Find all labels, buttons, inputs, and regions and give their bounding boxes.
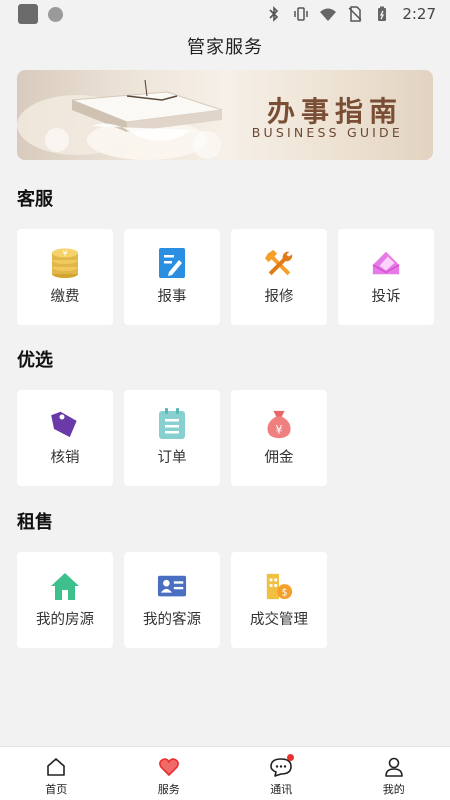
guide-banner[interactable]: 办事指南 BUSINESS GUIDE: [17, 70, 433, 160]
customer-service-grid: ¥ 缴费 报事 报修 投诉: [17, 229, 434, 325]
id-card-icon: [157, 570, 187, 602]
nav-label: 服务: [157, 783, 180, 796]
heart-icon: [158, 758, 179, 776]
tools-icon: [264, 247, 294, 279]
service-item-label: 报事: [157, 289, 187, 305]
tag-icon: [50, 408, 80, 440]
bottom-navigation: 首页 服务 通讯 我的: [0, 746, 450, 800]
service-item-label: 投诉: [371, 289, 401, 305]
service-item-repair[interactable]: 报修: [231, 229, 327, 325]
page-title: 管家服务: [187, 37, 263, 58]
service-item-label: 订单: [157, 450, 187, 466]
nav-label: 我的: [382, 783, 405, 796]
deal-icon: $: [264, 570, 294, 602]
circle-notification-icon: [48, 6, 63, 22]
rent-sale-grid: 我的房源 我的客源 $ 成交管理: [17, 552, 327, 648]
edit-document-icon: [157, 247, 187, 279]
battery-icon: [378, 6, 387, 21]
house-icon: [50, 570, 80, 602]
title-bar: 管家服务: [0, 28, 450, 64]
nav-item-home[interactable]: 首页: [0, 747, 113, 800]
service-item-label: 核销: [50, 450, 80, 466]
no-sim-icon: [348, 6, 362, 22]
service-item-label: 成交管理: [250, 612, 308, 628]
banner-book-illustration: [17, 79, 223, 160]
nav-item-mine[interactable]: 我的: [338, 747, 450, 800]
preferred-grid: 核销 订单 ¥ 佣金: [17, 390, 327, 486]
user-icon: [384, 757, 403, 777]
service-item-commission[interactable]: ¥ 佣金: [231, 390, 327, 486]
vibrate-icon: [294, 7, 309, 21]
svg-text:$: $: [282, 587, 288, 598]
nav-label: 首页: [45, 783, 68, 796]
wifi-icon: [320, 8, 337, 21]
clock: 2:27: [402, 5, 436, 23]
service-item-label: 我的房源: [36, 612, 94, 628]
nav-label: 通讯: [270, 783, 293, 796]
service-item-report[interactable]: 报事: [124, 229, 220, 325]
service-item-label: 缴费: [50, 289, 80, 305]
service-item-verify[interactable]: 核销: [17, 390, 113, 486]
nav-item-messages[interactable]: 通讯: [225, 747, 338, 800]
envelope-icon: [371, 247, 401, 279]
bluetooth-icon: [269, 6, 279, 22]
service-item-label: 我的客源: [143, 612, 201, 628]
home-icon: [47, 758, 66, 776]
svg-text:¥: ¥: [275, 423, 282, 436]
service-item-label: 佣金: [264, 450, 294, 466]
status-bar: 2:27: [0, 0, 450, 28]
section-title-customer-service: 客服: [17, 189, 53, 210]
service-item-deal-management[interactable]: $ 成交管理: [231, 552, 327, 648]
money-bag-icon: ¥: [264, 408, 294, 440]
section-title-rent-sale: 租售: [17, 512, 53, 533]
banner-title: 办事指南: [266, 95, 403, 128]
banner-subtitle: BUSINESS GUIDE: [251, 125, 403, 140]
service-item-label: 报修: [264, 289, 294, 305]
service-item-my-clients[interactable]: 我的客源: [124, 552, 220, 648]
app-notification-icon: [18, 4, 38, 24]
nav-item-service[interactable]: 服务: [113, 747, 226, 800]
service-item-my-listings[interactable]: 我的房源: [17, 552, 113, 648]
section-title-preferred: 优选: [17, 350, 53, 371]
service-item-payment[interactable]: ¥ 缴费: [17, 229, 113, 325]
coins-icon: ¥: [50, 247, 80, 279]
service-item-orders[interactable]: 订单: [124, 390, 220, 486]
svg-text:¥: ¥: [62, 249, 67, 258]
clipboard-icon: [157, 408, 187, 440]
service-item-complaint[interactable]: 投诉: [338, 229, 434, 325]
